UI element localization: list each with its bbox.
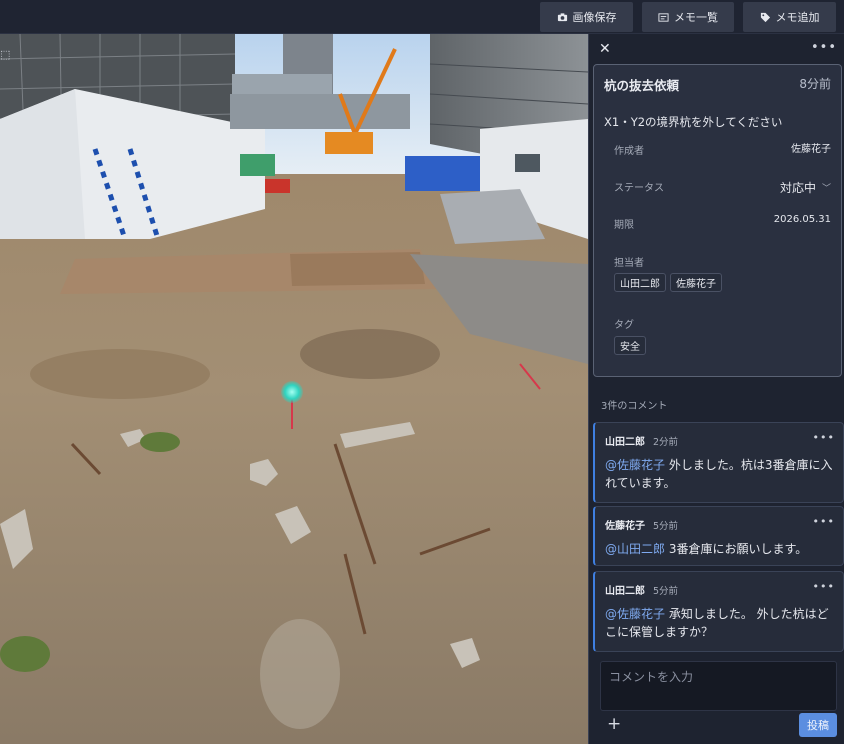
comment-author: 山田二郎: [605, 586, 645, 597]
save-image-label: 画像保存: [572, 11, 617, 24]
add-memo-label: メモ追加: [775, 11, 820, 24]
memo-pin-marker[interactable]: [281, 381, 303, 403]
post-button[interactable]: 投稿: [799, 713, 837, 737]
comment-item: 山田二郎 2分前 ••• @佐藤花子 外しました。杭は3番倉庫に入れています。: [593, 422, 844, 503]
task-card: 杭の抜去依頼 8分前 X1・Y2の境界杭を外してください 作成者 佐藤花子 ステ…: [593, 64, 842, 377]
comment-author: 佐藤花子: [605, 521, 645, 532]
close-icon[interactable]: ✕: [599, 41, 611, 57]
assignee-chip[interactable]: 佐藤花子: [670, 273, 722, 292]
panel-header: ✕ •••: [589, 34, 844, 64]
save-image-button[interactable]: 画像保存: [540, 2, 633, 32]
assignee-chip[interactable]: 山田二郎: [614, 273, 666, 292]
task-description: X1・Y2の境界杭を外してください: [604, 115, 783, 129]
creator-label: 作成者: [614, 146, 644, 157]
comment-time: 2分前: [653, 437, 679, 448]
camera-icon: [557, 12, 567, 21]
task-time: 8分前: [799, 77, 831, 91]
rotate-icon[interactable]: ⬚: [0, 48, 10, 61]
status-label: ステータス: [614, 183, 664, 194]
comment-body: @佐藤花子 外しました。杭は3番倉庫に入れています。: [605, 456, 835, 492]
comment-item: 山田二郎 5分前 ••• @佐藤花子 承知しました。 外した杭はどこに保管します…: [593, 571, 844, 652]
status-value: 対応中: [779, 181, 816, 195]
comment-input[interactable]: コメントを入力: [600, 661, 837, 711]
comment-more-icon[interactable]: •••: [813, 515, 835, 528]
memo-detail-panel: ✕ ••• 杭の抜去依頼 8分前 X1・Y2の境界杭を外してください 作成者 佐…: [588, 34, 844, 744]
chevron-down-icon: ﹀: [821, 184, 831, 194]
status-select[interactable]: 対応中 ﹀: [780, 179, 831, 196]
creator-value: 佐藤花子: [791, 144, 831, 155]
comment-mention[interactable]: @山田二郎: [605, 542, 665, 556]
memo-list-label: メモ一覧: [674, 11, 718, 24]
comment-mention[interactable]: @佐藤花子: [605, 607, 665, 621]
comment-text: 3番倉庫にお願いします。: [665, 542, 808, 556]
task-title: 杭の抜去依頼: [604, 78, 680, 93]
memo-list-button[interactable]: メモ一覧: [642, 2, 734, 32]
comment-author: 山田二郎: [605, 437, 645, 448]
panorama-viewer[interactable]: ⬚: [0, 34, 588, 744]
add-memo-button[interactable]: メモ追加: [743, 2, 836, 32]
comment-mention[interactable]: @佐藤花子: [605, 458, 665, 472]
assignees-label: 担当者: [614, 258, 644, 269]
comment-body: @山田二郎 3番倉庫にお願いします。: [605, 540, 835, 558]
tag-icon: [760, 12, 770, 22]
comment-more-icon[interactable]: •••: [813, 580, 835, 593]
top-toolbar: 画像保存 メモ一覧 メモ追加: [0, 0, 844, 34]
plus-icon[interactable]: +: [607, 714, 621, 734]
due-value: 2026.05.31: [773, 214, 831, 225]
tag-chip[interactable]: 安全: [614, 336, 646, 355]
due-label: 期限: [614, 220, 634, 231]
comment-item: 佐藤花子 5分前 ••• @山田二郎 3番倉庫にお願いします。: [593, 506, 844, 566]
tags-label: タグ: [614, 320, 634, 331]
comment-time: 5分前: [653, 521, 679, 532]
list-icon: [658, 12, 669, 22]
comment-more-icon[interactable]: •••: [813, 431, 835, 444]
comment-body: @佐藤花子 承知しました。 外した杭はどこに保管しますか？: [605, 605, 835, 641]
comments-count: 3件のコメント: [601, 401, 668, 412]
more-options-icon[interactable]: •••: [811, 40, 837, 55]
comment-time: 5分前: [653, 586, 679, 597]
